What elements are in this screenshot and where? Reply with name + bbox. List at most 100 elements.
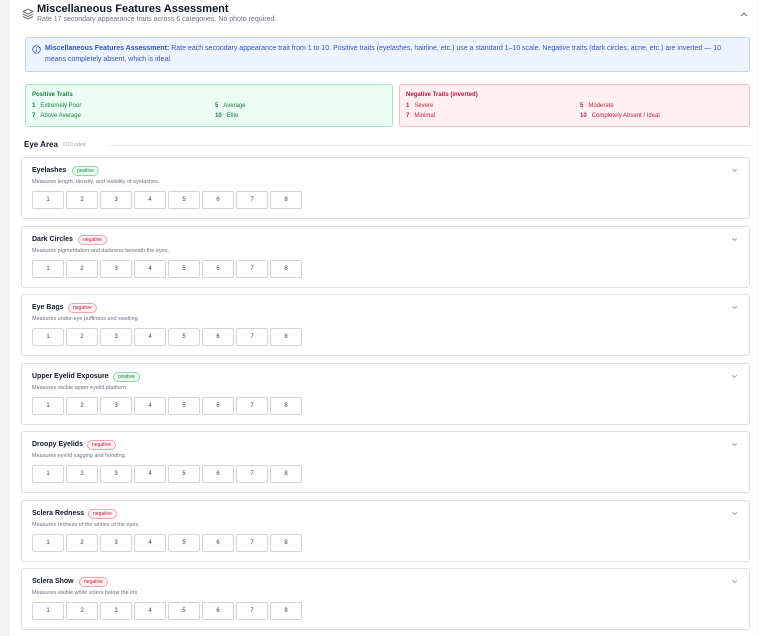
assessment-panel: Miscellaneous Features Assessment Rate 1… xyxy=(10,0,758,636)
rating-button-8[interactable]: 8 xyxy=(270,602,302,620)
rating-button-7[interactable]: 7 xyxy=(236,191,268,209)
rating-button-3[interactable]: 3 xyxy=(100,328,132,346)
positive-legend: Positive Traits 1 Extremely Poor 5 Average… xyxy=(25,84,393,127)
rating-button-5[interactable]: 5 xyxy=(168,191,200,209)
trait-card[interactable]: Upper Eyelid Exposure positive Measures vi… xyxy=(21,363,750,425)
legend-value: 7 xyxy=(32,113,36,119)
trait-type-badge: positive xyxy=(113,372,140,382)
legend-label: Severe xyxy=(414,103,434,109)
legend-value: 1 xyxy=(406,103,410,109)
rating-button-8[interactable]: 8 xyxy=(270,397,302,415)
trait-type-badge: negative xyxy=(88,509,117,519)
trait-description: Measures length, density, and visibility… xyxy=(32,179,160,185)
trait-type-badge: negative xyxy=(68,303,97,313)
rating-button-2[interactable]: 2 xyxy=(66,465,98,483)
rating-button-6[interactable]: 6 xyxy=(202,397,234,415)
negative-legend-title: Negative Traits (inverted) xyxy=(406,92,478,98)
rating-button-1[interactable]: 1 xyxy=(32,465,64,483)
rating-button-3[interactable]: 3 xyxy=(100,397,132,415)
page-title: Miscellaneous Features Assessment xyxy=(37,3,229,15)
rating-button-3[interactable]: 3 xyxy=(100,260,132,278)
rating-button-8[interactable]: 8 xyxy=(270,260,302,278)
rating-button-4[interactable]: 4 xyxy=(134,191,166,209)
rating-button-1[interactable]: 1 xyxy=(32,191,64,209)
rating-button-7[interactable]: 7 xyxy=(236,602,268,620)
rating-button-6[interactable]: 6 xyxy=(202,465,234,483)
chevron-down-icon[interactable] xyxy=(730,303,739,312)
rating-button-3[interactable]: 3 xyxy=(100,534,132,552)
rating-button-8[interactable]: 8 xyxy=(270,534,302,552)
rating-button-5[interactable]: 5 xyxy=(168,260,200,278)
rating-button-5[interactable]: 5 xyxy=(168,328,200,346)
rating-button-2[interactable]: 2 xyxy=(66,260,98,278)
trait-description: Measures eyelid sagging and hooding. xyxy=(32,453,127,459)
legend-label: Extremely Poor xyxy=(40,103,82,109)
rating-button-4[interactable]: 4 xyxy=(134,465,166,483)
trait-name: Sclera Redness xyxy=(32,510,85,517)
info-text: Miscellaneous Features Assessment: Rate … xyxy=(45,44,741,65)
rating-button-2[interactable]: 2 xyxy=(66,397,98,415)
trait-description: Measures redness of the whites of the ey… xyxy=(32,522,140,528)
rating-button-7[interactable]: 7 xyxy=(236,534,268,552)
rating-button-3[interactable]: 3 xyxy=(100,465,132,483)
trait-name: Eyelashes xyxy=(32,167,67,174)
rating-button-4[interactable]: 4 xyxy=(134,602,166,620)
trait-card[interactable]: Dark Circles negative Measures pigmentatio… xyxy=(21,226,750,288)
trait-card[interactable]: Eyelashes positive Measures length, densit… xyxy=(21,157,750,219)
rating-button-3[interactable]: 3 xyxy=(100,602,132,620)
legend-item: 7 Minimal xyxy=(406,113,435,119)
rating-button-8[interactable]: 8 xyxy=(270,328,302,346)
rating-button-4[interactable]: 4 xyxy=(134,534,166,552)
panel-header[interactable]: Miscellaneous Features Assessment Rate 1… xyxy=(10,0,758,33)
legend-label: Above Average xyxy=(40,113,81,119)
rating-button-1[interactable]: 1 xyxy=(32,328,64,346)
chevron-down-icon[interactable] xyxy=(730,509,739,518)
legend-item: 10 Completely Absent / Ideal xyxy=(580,113,660,119)
rating-button-4[interactable]: 4 xyxy=(134,328,166,346)
trait-description: Measures visible white sclera below the … xyxy=(32,590,139,596)
rating-button-3[interactable]: 3 xyxy=(100,191,132,209)
trait-card[interactable]: Eye Bags negative Measures under-eye puffi… xyxy=(21,294,750,356)
rating-button-2[interactable]: 2 xyxy=(66,534,98,552)
rating-button-6[interactable]: 6 xyxy=(202,191,234,209)
rating-button-7[interactable]: 7 xyxy=(236,260,268,278)
layers-icon xyxy=(22,8,34,20)
rating-button-5[interactable]: 5 xyxy=(168,602,200,620)
rating-button-5[interactable]: 5 xyxy=(168,397,200,415)
rating-button-6[interactable]: 6 xyxy=(202,534,234,552)
rating-button-5[interactable]: 5 xyxy=(168,534,200,552)
rating-button-2[interactable]: 2 xyxy=(66,602,98,620)
chevron-up-icon[interactable] xyxy=(738,8,750,20)
rating-button-1[interactable]: 1 xyxy=(32,260,64,278)
chevron-down-icon[interactable] xyxy=(730,577,739,586)
rating-button-2[interactable]: 2 xyxy=(66,191,98,209)
rating-button-1[interactable]: 1 xyxy=(32,602,64,620)
legend-value: 1 xyxy=(32,103,36,109)
rating-button-7[interactable]: 7 xyxy=(236,397,268,415)
rating-button-6[interactable]: 6 xyxy=(202,260,234,278)
rating-button-4[interactable]: 4 xyxy=(134,397,166,415)
section-title: Eye Area xyxy=(24,140,58,149)
chevron-down-icon[interactable] xyxy=(730,235,739,244)
rating-button-8[interactable]: 8 xyxy=(270,191,302,209)
chevron-down-icon[interactable] xyxy=(730,166,739,175)
rating-button-1[interactable]: 1 xyxy=(32,534,64,552)
chevron-down-icon[interactable] xyxy=(730,440,739,449)
rating-button-5[interactable]: 5 xyxy=(168,465,200,483)
trait-card[interactable]: Sclera Redness negative Measures redness o… xyxy=(21,500,750,562)
info-banner: Miscellaneous Features Assessment: Rate … xyxy=(25,37,750,72)
negative-legend: Negative Traits (inverted) 1 Severe 5 Mode… xyxy=(399,84,750,127)
legend-label: Minimal xyxy=(414,113,436,119)
rating-button-2[interactable]: 2 xyxy=(66,328,98,346)
trait-card[interactable]: Sclera Show negative Measures visible whit… xyxy=(21,568,750,630)
trait-card[interactable]: Droopy Eyelids negative Measures eyelid sa… xyxy=(21,431,750,493)
legend-item: 5 Average xyxy=(215,103,246,109)
rating-button-7[interactable]: 7 xyxy=(236,465,268,483)
chevron-down-icon[interactable] xyxy=(730,372,739,381)
rating-button-7[interactable]: 7 xyxy=(236,328,268,346)
rating-button-8[interactable]: 8 xyxy=(270,465,302,483)
rating-button-6[interactable]: 6 xyxy=(202,602,234,620)
rating-button-6[interactable]: 6 xyxy=(202,328,234,346)
rating-button-1[interactable]: 1 xyxy=(32,397,64,415)
rating-button-4[interactable]: 4 xyxy=(134,260,166,278)
